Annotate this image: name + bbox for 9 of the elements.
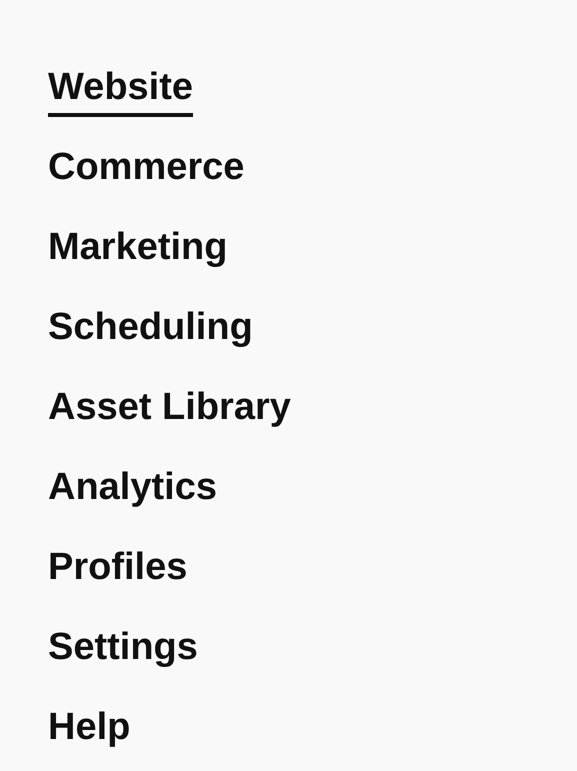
- menu-link[interactable]: Profiles: [48, 545, 188, 597]
- menu-link[interactable]: Help: [48, 705, 130, 757]
- menu-link[interactable]: Marketing: [48, 225, 228, 277]
- menu-link[interactable]: Analytics: [48, 465, 217, 517]
- menu-link[interactable]: Asset Library: [48, 385, 291, 437]
- menu-link[interactable]: Settings: [48, 625, 198, 677]
- menu-link[interactable]: Scheduling: [48, 305, 253, 357]
- menu-link[interactable]: Commerce: [48, 145, 244, 197]
- menu-link[interactable]: Website: [48, 65, 194, 117]
